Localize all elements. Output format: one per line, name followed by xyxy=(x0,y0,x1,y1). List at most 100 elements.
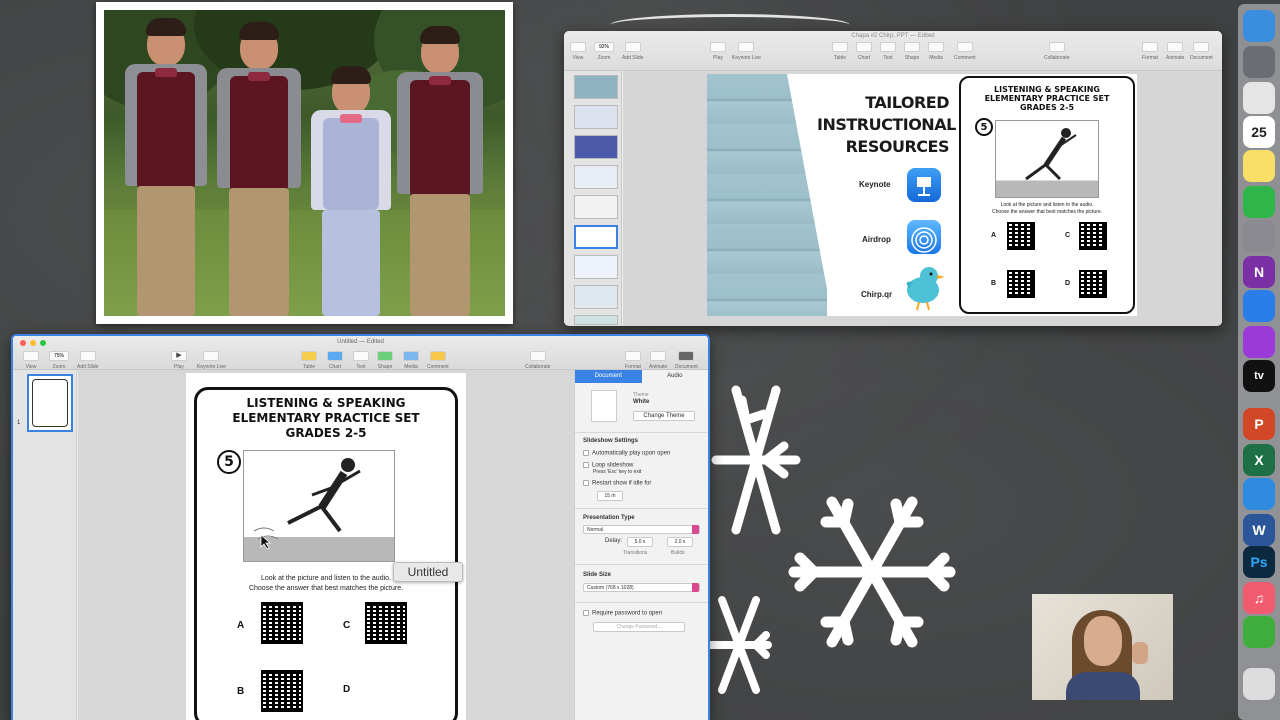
toolbar-collaborate-button[interactable]: Collaborate xyxy=(525,351,551,370)
auto-play-checkbox[interactable] xyxy=(583,450,589,456)
slide-thumbnail[interactable] xyxy=(574,75,618,99)
window-titlebar[interactable]: Untitled — Edited View 75% Zoom Add Slide… xyxy=(13,336,708,370)
toolbar-shape-button[interactable]: Shape xyxy=(377,351,393,370)
tab-document[interactable]: Document xyxy=(575,370,642,383)
require-password-checkbox[interactable] xyxy=(583,610,589,616)
loop-checkbox[interactable] xyxy=(583,462,589,468)
toolbar-collaborate-button[interactable]: Collaborate xyxy=(1044,42,1070,61)
chirp-label: Chirp.qr xyxy=(861,290,893,299)
photoshop-icon[interactable]: Ps xyxy=(1243,546,1275,578)
slide-thumbnail[interactable] xyxy=(574,315,618,325)
slide-thumbnail-selected[interactable] xyxy=(574,225,618,249)
slide-thumbnail-selected[interactable] xyxy=(27,374,73,432)
current-slide[interactable]: TAILORED INSTRUCTIONAL RESOURCES Keynote… xyxy=(707,74,1137,316)
toolbar-format-button[interactable]: Format xyxy=(625,351,641,370)
preview-icon[interactable] xyxy=(1243,668,1275,700)
slide-canvas[interactable]: LISTENING & SPEAKING ELEMENTARY PRACTICE… xyxy=(78,370,574,720)
onenote-icon[interactable]: N xyxy=(1243,256,1275,288)
toolbar-zoom-button[interactable]: 92% Zoom xyxy=(594,42,614,61)
slide-navigator[interactable]: 1 xyxy=(13,370,77,720)
finder-icon[interactable] xyxy=(1243,10,1275,42)
theme-preview[interactable] xyxy=(591,390,617,422)
toolbar-keynote-live-button[interactable]: Keynote Live xyxy=(197,351,226,370)
toolbar-animate-button[interactable]: Animate xyxy=(1166,42,1184,61)
system-preferences-icon[interactable] xyxy=(1243,220,1275,252)
slide-thumbnail[interactable] xyxy=(574,285,618,309)
toolbar-table-button[interactable]: Table xyxy=(832,42,848,61)
loop-option[interactable]: Loop slideshow xyxy=(583,462,700,469)
toolbar-play-button[interactable]: ▶ Play xyxy=(171,351,187,370)
launchpad-icon[interactable] xyxy=(1243,46,1275,78)
slide-thumbnail[interactable] xyxy=(574,165,618,189)
keynote-window[interactable]: Untitled — Edited View 75% Zoom Add Slide… xyxy=(11,334,710,720)
window-titlebar[interactable]: Chapa #2 Chirp, PPT — Edited View 92% Zoo… xyxy=(564,31,1222,71)
bird-icon xyxy=(906,267,945,311)
toolbar-zoom-button[interactable]: 75% Zoom xyxy=(49,351,69,370)
toolbar-play-button[interactable]: Play xyxy=(710,42,726,61)
toolbar-comment-button[interactable]: Comment xyxy=(427,351,449,370)
presentation-type-select[interactable]: Normal xyxy=(583,525,700,534)
toolbar-animate-button[interactable]: Animate xyxy=(649,351,667,370)
toolbar-text-button[interactable]: Text xyxy=(353,351,369,370)
toolbar-view-button[interactable]: View xyxy=(570,42,586,61)
slide-size-select[interactable]: Custom (768 x 1028) xyxy=(583,583,700,592)
calendar-icon[interactable]: 25 xyxy=(1243,116,1275,148)
toolbar-keynote-live-button[interactable]: Keynote Live xyxy=(732,42,761,61)
apple-tv-icon[interactable]: tv xyxy=(1243,360,1275,392)
idle-time-stepper[interactable]: 15 m xyxy=(597,491,623,501)
toolbar-format-button[interactable]: Format xyxy=(1142,42,1158,61)
qr-code xyxy=(1079,270,1107,298)
slide-navigator[interactable] xyxy=(564,71,622,326)
chirp-presentation-window[interactable]: Chapa #2 Chirp, PPT — Edited View 92% Zoo… xyxy=(564,31,1222,326)
change-theme-button[interactable]: Change Theme xyxy=(633,411,695,421)
photo-image xyxy=(104,10,505,316)
slide-thumbnail[interactable] xyxy=(574,255,618,279)
toolbar-add-slide-button[interactable]: Add Slide xyxy=(622,42,643,61)
require-password-option[interactable]: Require password to open xyxy=(583,610,700,617)
toolbar-table-button[interactable]: Table xyxy=(301,351,317,370)
family-photo xyxy=(96,2,513,324)
toolbar-document-button[interactable]: Document xyxy=(1190,42,1213,61)
keynote-icon[interactable] xyxy=(1243,290,1275,322)
powerpoint-icon[interactable]: P xyxy=(1243,408,1275,440)
question-picture xyxy=(995,120,1099,198)
window-title: Chapa #2 Chirp, PPT — Edited xyxy=(851,33,935,39)
restart-option[interactable]: Restart show if idle for xyxy=(583,480,700,487)
toolbar-document-button[interactable]: Document xyxy=(675,351,698,370)
keynote-label: Keynote xyxy=(859,180,891,189)
toolbar-comment-button[interactable]: Comment xyxy=(954,42,976,61)
slide-thumbnail[interactable] xyxy=(574,195,618,219)
excel-icon[interactable]: X xyxy=(1243,444,1275,476)
notes-icon[interactable] xyxy=(1243,150,1275,182)
music-icon[interactable]: ♫ xyxy=(1243,582,1275,614)
keynote-icon xyxy=(907,168,941,202)
toolbar-text-button[interactable]: Text xyxy=(880,42,896,61)
word-icon[interactable]: W xyxy=(1243,514,1275,546)
change-password-button[interactable]: Change Password... xyxy=(593,622,685,632)
toolbar-shape-button[interactable]: Shape xyxy=(904,42,920,61)
toolbar-view-button[interactable]: View xyxy=(23,351,39,370)
slide-canvas[interactable]: TAILORED INSTRUCTIONAL RESOURCES Keynote… xyxy=(623,71,1222,326)
safari-icon[interactable] xyxy=(1243,478,1275,510)
document-inspector[interactable]: Document Audio Theme White Change Theme … xyxy=(574,370,708,720)
slide-thumbnail[interactable] xyxy=(574,135,618,159)
current-slide[interactable]: LISTENING & SPEAKING ELEMENTARY PRACTICE… xyxy=(186,373,466,720)
toolbar-media-button[interactable]: Media xyxy=(403,351,419,370)
transition-delay-stepper[interactable]: 5.0 s xyxy=(627,537,653,547)
toolbar-chart-button[interactable]: Chart xyxy=(856,42,872,61)
snowflake-decoration xyxy=(788,496,956,648)
toolbar-chart-button[interactable]: Chart xyxy=(327,351,343,370)
build-delay-stepper[interactable]: 2.0 s xyxy=(667,537,693,547)
messages-icon[interactable] xyxy=(1243,186,1275,218)
slide-thumbnail[interactable] xyxy=(574,105,618,129)
toolbar-media-button[interactable]: Media xyxy=(928,42,944,61)
qr-code xyxy=(365,602,407,644)
toolbar-add-slide-button[interactable]: Add Slide xyxy=(77,351,98,370)
auto-play-option[interactable]: Automatically play upon open xyxy=(583,450,700,457)
camtasia-icon[interactable] xyxy=(1243,616,1275,648)
dock: 25 N tv P X W Ps ♫ xyxy=(1238,4,1280,720)
podcasts-icon[interactable] xyxy=(1243,326,1275,358)
tab-audio[interactable]: Audio xyxy=(642,370,709,383)
restart-checkbox[interactable] xyxy=(583,480,589,486)
chrome-icon[interactable] xyxy=(1243,82,1275,114)
